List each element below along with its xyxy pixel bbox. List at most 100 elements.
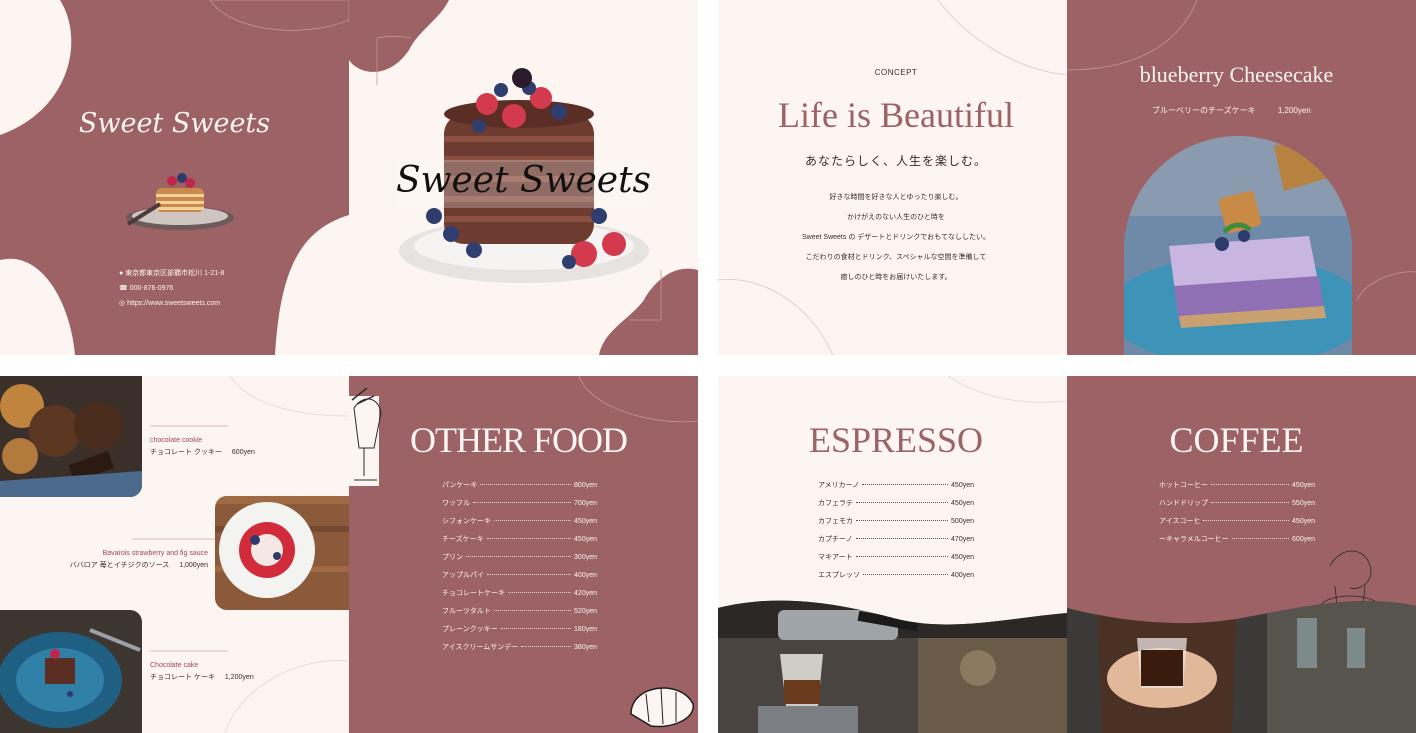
dot-leader bbox=[855, 556, 949, 557]
menu-item-price: 450yen bbox=[951, 500, 974, 507]
other-food-title: OTHER FOOD bbox=[409, 420, 628, 460]
concept-label: CONCEPT bbox=[874, 68, 918, 77]
menu-row: フルーツタルト 520yen bbox=[442, 606, 597, 616]
other-food-page: OTHER FOOD パンケーキ 800yen ワッフル 700yen シフォンケーキ 4… bbox=[349, 376, 698, 733]
menu-item-price: 800yen bbox=[574, 482, 597, 489]
map-pin-icon: ● bbox=[119, 270, 124, 277]
croissant-sketch-icon bbox=[630, 687, 694, 728]
menu-row: マキアート 450yen bbox=[818, 552, 974, 562]
menu-item-name: ハンドドリップ bbox=[1159, 500, 1208, 507]
menu-row: パンケーキ 800yen bbox=[442, 480, 597, 490]
menu-item-name: カフェモカ bbox=[818, 518, 853, 525]
dot-leader bbox=[1211, 502, 1290, 503]
menu-item-price: 520yen bbox=[574, 608, 597, 615]
menu-row: アイスコーヒ 450yen bbox=[1159, 516, 1315, 526]
coffee-menu: ホットコーヒー 450yen ハンドドリップ 550yen アイスコーヒ 450yen ーキ… bbox=[1159, 480, 1315, 555]
dot-leader bbox=[493, 610, 572, 611]
dot-leader bbox=[855, 538, 949, 539]
sweet-item-en: Bavarois strawberry and fig sauce bbox=[102, 550, 208, 557]
menu-item-price: 420yen bbox=[574, 590, 597, 597]
menu-item-price: 450yen bbox=[951, 554, 974, 561]
phone-icon: ☎ bbox=[119, 285, 128, 292]
concept-line-decor bbox=[718, 0, 1067, 355]
featured-price-line: ブルーベリーのチーズケーキ 1,200yen bbox=[1152, 105, 1311, 116]
menu-row: チーズケーキ 450yen bbox=[442, 534, 597, 544]
sweet-item-en: chocolate cookie bbox=[150, 437, 203, 444]
menu-item-price: 180yen bbox=[574, 626, 597, 633]
menu-row: アイスクリームサンデー 380yen bbox=[442, 642, 597, 652]
sweet-item-jp-price: チョコレート ケーキ 1,200yen bbox=[150, 674, 254, 681]
menu-row: エスプレッソ 400yen bbox=[818, 570, 974, 580]
dot-leader bbox=[856, 502, 949, 503]
sweet-item: Chocolate cake チョコレート ケーキ 1,200yen bbox=[150, 662, 254, 682]
dot-leader bbox=[466, 556, 572, 557]
dot-leader bbox=[856, 520, 949, 521]
menu-item-price: 400yen bbox=[574, 572, 597, 579]
menu-row: プリン 300yen bbox=[442, 552, 597, 562]
dot-leader bbox=[486, 538, 572, 539]
menu-row: ーキャラメルコーヒー 600yen bbox=[1159, 534, 1315, 544]
featured-jp-name: ブルーベリーのチーズケーキ bbox=[1152, 106, 1256, 115]
menu-item-name: プリン bbox=[442, 554, 463, 561]
cheesecake-image bbox=[1124, 136, 1352, 355]
menu-item-price: 380yen bbox=[574, 644, 597, 651]
barista-image bbox=[1067, 600, 1416, 733]
dot-leader bbox=[508, 592, 572, 593]
concept-line: 好きな時間を好きな人とゆったり楽しむ。 bbox=[829, 194, 963, 201]
menu-row: プレーンクッキー 180yen bbox=[442, 624, 597, 634]
menu-row: チョコレートケーキ 420yen bbox=[442, 588, 597, 598]
featured-page: blueberry Cheesecake ブルーベリーのチーズケーキ 1,200… bbox=[1067, 0, 1416, 355]
dot-leader bbox=[500, 628, 572, 629]
menu-item-name: パンケーキ bbox=[442, 482, 478, 489]
sweets-page: chocolate cookie チョコレート クッキー 600yen Bava… bbox=[0, 376, 349, 733]
featured-price: 1,200yen bbox=[1277, 106, 1311, 115]
menu-item-price: 300yen bbox=[574, 554, 597, 561]
concept-headline: Life is Beautiful bbox=[778, 95, 1014, 135]
dot-leader bbox=[487, 574, 572, 575]
concept-line: 癒しのひと時をお届けいたします。 bbox=[840, 274, 952, 281]
dot-leader bbox=[863, 574, 949, 575]
address-line: ● 東京都東京区部覇市松川 1-21-8 bbox=[119, 270, 225, 277]
menu-item-price: 700yen bbox=[574, 500, 597, 507]
dot-leader bbox=[494, 520, 572, 521]
coffee-title: COFFEE bbox=[1169, 420, 1304, 460]
cover-contact: ● 東京都東京区部覇市松川 1-21-8 ☎ 000-876-0976 ◎ ht… bbox=[119, 266, 224, 311]
menu-item-price: 450yen bbox=[1292, 518, 1315, 525]
menu-item-name: プレーンクッキー bbox=[442, 626, 498, 633]
menu-item-name: フルーツタルト bbox=[442, 608, 491, 615]
menu-item-name: カプチーノ bbox=[818, 536, 853, 543]
dot-leader bbox=[1203, 520, 1290, 521]
menu-row: アップルパイ 400yen bbox=[442, 570, 597, 580]
dot-leader bbox=[1211, 484, 1290, 485]
menu-item-name: アメリカーノ bbox=[818, 482, 860, 489]
globe-icon: ◎ bbox=[119, 300, 126, 307]
dot-leader bbox=[862, 484, 949, 485]
featured-title: blueberry Cheesecake bbox=[1139, 62, 1334, 87]
hero-page: Sweet Sweets bbox=[349, 0, 698, 355]
menu-item-name: アップルパイ bbox=[442, 572, 484, 579]
url-line[interactable]: ◎ https://www.sweetsweets.com bbox=[119, 296, 224, 311]
cover-page: Sweet Sweets ● 東京都東京区部覇市松川 1-21-8 ☎ 000-… bbox=[0, 0, 349, 355]
cover-pancake-image bbox=[126, 173, 234, 230]
coffee-page: COFFEE ホットコーヒー 450yen ハンドドリップ 550yen アイスコーヒ 4… bbox=[1067, 376, 1416, 733]
menu-item-name: カフェラテ bbox=[818, 500, 853, 507]
menu-item-price: 450yen bbox=[574, 518, 597, 525]
menu-row: ホットコーヒー 450yen bbox=[1159, 480, 1315, 490]
bavarois-image bbox=[215, 496, 349, 610]
concept-line: かけがえのない人生のひと時を bbox=[847, 214, 945, 221]
chocolate-cake-image bbox=[0, 610, 142, 733]
menu-item-name: エスプレッソ bbox=[818, 572, 860, 579]
espresso-title: ESPRESSO bbox=[808, 420, 984, 460]
sweet-item-en: Chocolate cake bbox=[150, 662, 199, 669]
menu-item-name: アイスコーヒ bbox=[1159, 518, 1201, 525]
sweet-item-jp-price: ババロア 苺とイチジクのソース 1,000yen bbox=[69, 562, 208, 569]
menu-item-name: シフォンケーキ bbox=[442, 518, 491, 525]
menu-item-name: アイスクリームサンデー bbox=[442, 644, 519, 651]
menu-item-name: ワッフル bbox=[442, 500, 470, 507]
hero-title: Sweet Sweets bbox=[395, 160, 652, 201]
concept-body: 好きな時間を好きな人とゆったり楽しむ。 かけがえのない人生のひと時を Sweet… bbox=[718, 188, 1067, 288]
phone-line: ☎ 000-876-0976 bbox=[119, 285, 174, 292]
menu-item-price: 500yen bbox=[951, 518, 974, 525]
menu-item-price: 450yen bbox=[574, 536, 597, 543]
menu-row: カフェモカ 500yen bbox=[818, 516, 974, 526]
